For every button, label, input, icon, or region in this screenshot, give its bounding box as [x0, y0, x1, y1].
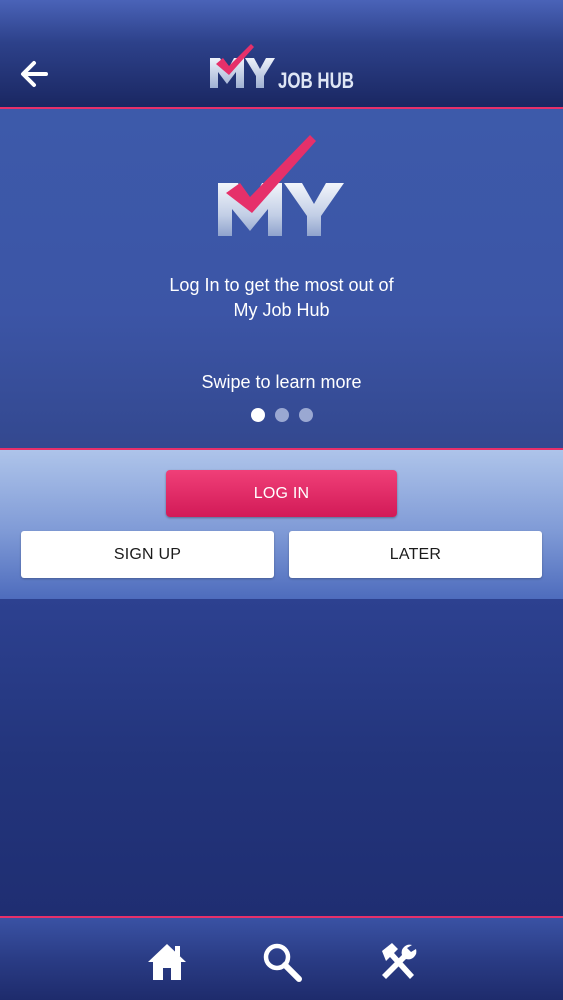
later-button[interactable]: LATER [289, 531, 542, 578]
onboarding-carousel[interactable]: Log In to get the most out of My Job Hub… [0, 109, 563, 450]
tab-home[interactable] [143, 938, 191, 986]
svg-text:JOB HUB: JOB HUB [278, 68, 354, 93]
page-dot-3[interactable] [298, 408, 313, 422]
page-dot-2[interactable] [274, 408, 289, 422]
login-button[interactable]: LOG IN [166, 470, 397, 517]
hero-message-line2: My Job Hub [233, 300, 330, 320]
back-button[interactable] [14, 54, 54, 94]
top-app-bar: JOB HUB [0, 0, 563, 109]
tab-tools[interactable] [373, 938, 421, 986]
my-logo [218, 135, 344, 236]
content-area [0, 599, 563, 918]
home-icon [148, 944, 186, 980]
tab-search[interactable] [258, 938, 306, 986]
page-indicator[interactable] [0, 408, 563, 422]
search-icon [263, 943, 302, 982]
sign-up-button[interactable]: SIGN UP [21, 531, 274, 578]
arrow-left-icon [21, 61, 48, 87]
tools-icon [382, 943, 417, 979]
swipe-hint: Swipe to learn more [201, 372, 362, 392]
auth-actions: LOG IN SIGN UP LATER [0, 450, 563, 599]
page-dot-1[interactable] [250, 408, 265, 422]
my-job-hub-logo: JOB HUB [210, 44, 354, 93]
hero-message-line1: Log In to get the most out of [169, 275, 394, 295]
bottom-tab-bar [0, 918, 563, 1000]
